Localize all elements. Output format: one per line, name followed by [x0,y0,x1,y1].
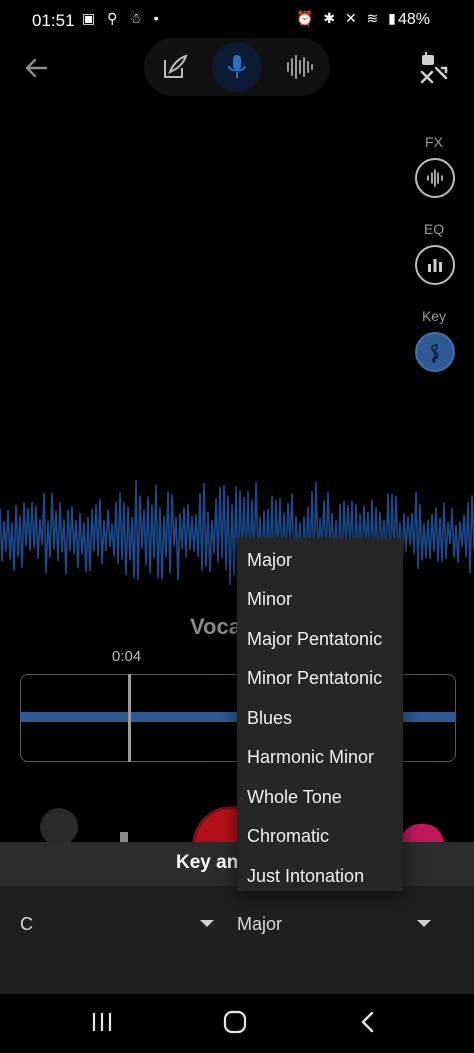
back-button[interactable] [22,54,50,82]
eq-label: EQ [423,221,445,237]
key-selected-value: C [20,914,33,934]
system-nav-bar [0,994,474,1053]
fx-waveform-icon [427,169,443,187]
back-nav-icon[interactable] [356,1010,380,1034]
key-caret-down-icon [200,920,214,927]
rewind-button[interactable] [40,808,78,846]
key-label: Key [421,308,447,324]
battery-percent: 48% [398,11,431,28]
status-time: 01:51 [32,11,75,30]
scale-dropdown-menu: Major Minor Major Pentatonic Minor Penta… [237,538,403,891]
equalizer-icon [428,259,442,272]
swap-button[interactable] [418,52,450,84]
notification-icons: ▣ ⚲ ☃ • [82,10,163,26]
lyrics-mode-button[interactable] [150,42,200,92]
system-icons: ⏰ ✱ ✕ ≋ ▮ [296,10,399,26]
scale-option-minor[interactable]: Minor [247,589,292,610]
shuffle-icon [420,52,448,84]
playback-time: 0:04 [112,648,142,665]
scale-option-chromatic[interactable]: Chromatic [247,826,329,847]
treble-clef-icon [431,344,439,363]
track-title: Voca [190,614,241,639]
eq-button[interactable] [415,245,455,285]
microphone-icon [228,55,246,78]
scale-option-blues[interactable]: Blues [247,708,292,729]
home-icon[interactable] [222,1009,248,1035]
scale-option-just-intonation[interactable]: Just Intonation [247,866,364,887]
arrow-left-icon [25,58,48,78]
scale-caret-down-icon [417,920,431,927]
scale-selected-value[interactable]: Major [237,914,282,935]
skip-icon [120,832,128,842]
lyrics-edit-icon [164,54,188,78]
waveform-mode-button[interactable] [274,42,324,92]
playhead[interactable] [128,674,131,762]
accent-button[interactable] [400,824,444,844]
scale-option-whole-tone[interactable]: Whole Tone [247,787,342,808]
scale-option-major[interactable]: Major [247,550,292,571]
fx-button[interactable] [415,158,455,198]
waveform-icon [287,55,313,79]
record-mode-button[interactable] [212,42,262,92]
recent-apps-icon[interactable] [90,1010,114,1034]
fx-label: FX [425,134,443,150]
scale-option-harmonic-minor[interactable]: Harmonic Minor [247,747,374,768]
status-bar: 01:51 ▣ ⚲ ☃ • ⏰ ✱ ✕ ≋ ▮ 48% [0,0,474,40]
scale-option-major-pentatonic[interactable]: Major Pentatonic [247,629,382,650]
mode-switcher [144,38,330,96]
key-button[interactable] [415,332,455,372]
scale-option-minor-pentatonic[interactable]: Minor Pentatonic [247,668,382,689]
